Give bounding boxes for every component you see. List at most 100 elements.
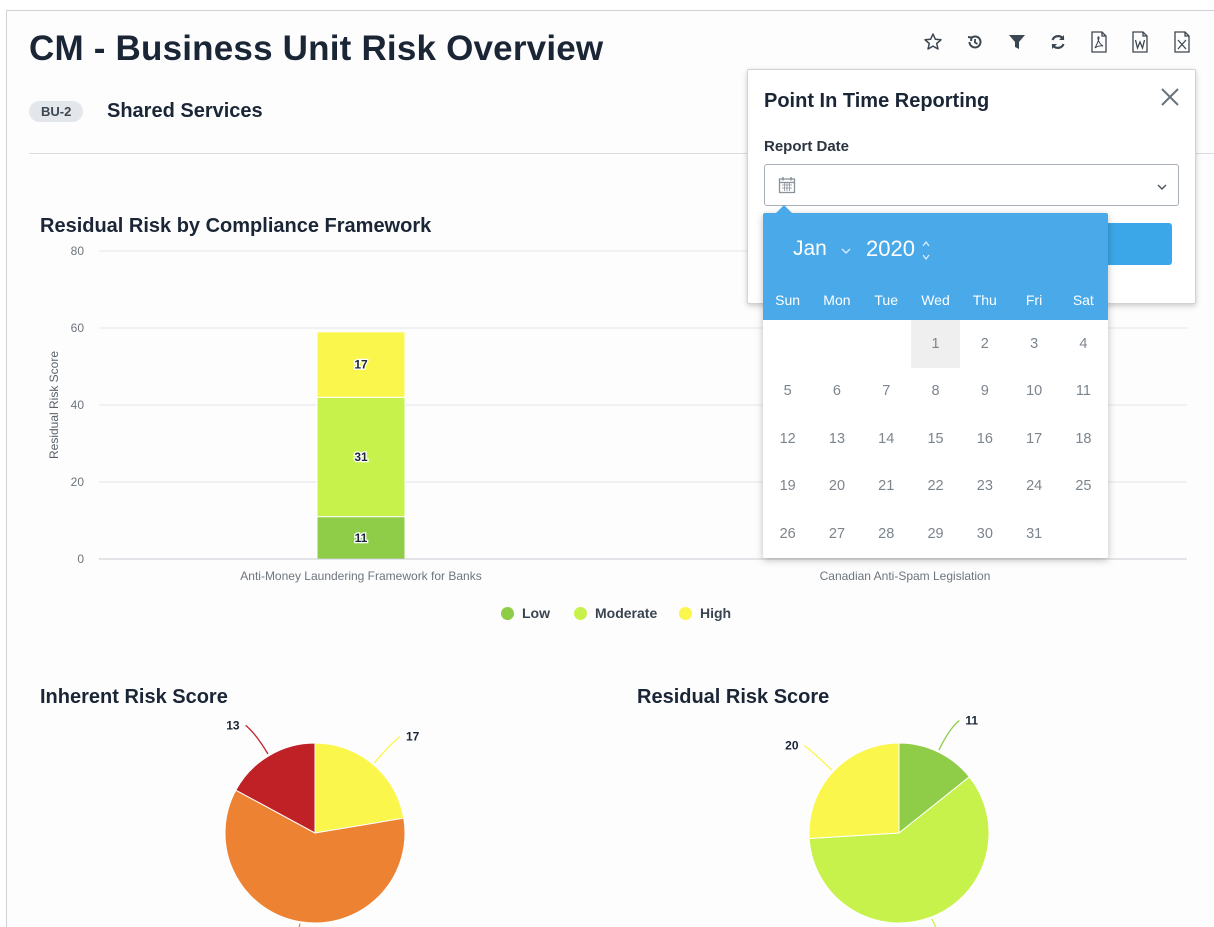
calendar-day[interactable]: 25 — [1059, 463, 1108, 511]
y-tick-label: 0 — [77, 552, 84, 566]
bar-chart-title: Residual Risk by Compliance Framework — [40, 215, 432, 237]
calendar-icon — [778, 176, 796, 199]
calendar-day[interactable]: 30 — [960, 510, 1009, 558]
chevron-down-icon[interactable] — [841, 242, 851, 260]
weekday-label: Sat — [1072, 292, 1094, 308]
y-tick-label: 40 — [71, 398, 85, 412]
pie-slice[interactable] — [808, 742, 900, 840]
calendar-day[interactable]: 10 — [1009, 368, 1058, 416]
pdf-export-icon[interactable] — [1088, 31, 1110, 53]
bar-data-label: 11 — [355, 531, 368, 545]
x-tick-label: Anti-Money Laundering Framework for Bank… — [240, 569, 481, 583]
pie-data-label: 17 — [406, 729, 420, 743]
pie-connector — [373, 735, 401, 764]
calendar-empty-cell — [763, 320, 812, 368]
calendar-header: Jan 2020 — [763, 213, 1108, 285]
pie-data-label: 11 — [965, 713, 978, 727]
report-date-input[interactable] — [764, 164, 1179, 206]
weekday-label: Fri — [1025, 292, 1043, 308]
bar-data-label: 31 — [354, 450, 368, 464]
weekday-label: Wed — [921, 292, 950, 308]
business-unit-name: Shared Services — [107, 100, 263, 122]
legend-label: High — [700, 605, 732, 621]
calendar-day[interactable]: 29 — [911, 510, 960, 558]
calendar-day[interactable]: 1 — [910, 320, 961, 368]
star-icon[interactable] — [922, 31, 944, 53]
calendar-day[interactable]: 14 — [862, 415, 911, 463]
residual-chart-title: Residual Risk Score — [637, 686, 830, 708]
calendar-day[interactable]: 3 — [1009, 320, 1058, 368]
legend-dot-icon — [501, 606, 514, 620]
calendar-day[interactable]: 8 — [911, 368, 960, 416]
calendar-day[interactable]: 27 — [812, 510, 861, 558]
legend-item-low[interactable]: Low — [501, 605, 550, 621]
legend-label: Moderate — [595, 605, 658, 621]
popup-title: Point In Time Reporting — [764, 90, 990, 112]
page-title: CM - Business Unit Risk Overview — [29, 29, 604, 68]
x-tick-label: Canadian Anti-Spam Legislation — [820, 569, 991, 583]
filter-icon[interactable] — [1006, 31, 1028, 53]
weekday-label: Mon — [823, 292, 851, 308]
calendar-day[interactable]: 28 — [862, 510, 911, 558]
weekday-label: Sun — [775, 292, 801, 308]
pie-connector — [804, 745, 833, 771]
y-tick-label: 60 — [71, 321, 85, 335]
chevron-down-icon — [1156, 179, 1168, 197]
year-input[interactable]: 2020 — [866, 236, 915, 262]
apply-date-button[interactable] — [1104, 223, 1172, 265]
calendar-day[interactable]: 18 — [1059, 415, 1108, 463]
history-icon[interactable] — [964, 31, 986, 53]
calendar-day[interactable]: 17 — [1009, 415, 1058, 463]
business-unit-badge: BU-2 — [29, 101, 84, 122]
calendar-empty-cell — [812, 320, 861, 368]
y-tick-label: 20 — [71, 475, 85, 489]
calendar-day[interactable]: 26 — [763, 510, 812, 558]
legend-dot-icon — [574, 606, 587, 620]
close-icon[interactable] — [1159, 86, 1181, 108]
legend-label: Low — [522, 605, 550, 621]
refresh-icon[interactable] — [1047, 31, 1069, 53]
calendar-day[interactable]: 21 — [862, 463, 911, 511]
calendar-day[interactable]: 16 — [960, 415, 1009, 463]
date-picker-calendar: Jan 2020 Sun Mon Tue Wed Thu Fri Sat 123456789… — [763, 205, 1108, 558]
pie-slice[interactable] — [314, 742, 405, 834]
year-spinner-icon[interactable] — [921, 238, 931, 269]
legend-item-high[interactable]: High — [679, 605, 731, 621]
calendar-day[interactable]: 6 — [812, 368, 861, 416]
calendar-day[interactable]: 24 — [1009, 463, 1058, 511]
residual-risk-pie-chart: 11 20 — [785, 713, 990, 927]
bar-data-label: 17 — [354, 358, 368, 372]
calendar-day[interactable]: 9 — [960, 368, 1009, 416]
word-export-icon[interactable] — [1129, 31, 1151, 53]
calendar-day[interactable]: 5 — [763, 368, 812, 416]
calendar-day[interactable]: 19 — [763, 463, 812, 511]
calendar-day[interactable]: 11 — [1059, 368, 1108, 416]
calendar-day[interactable]: 31 — [1009, 510, 1058, 558]
report-page: CM - Business Unit Risk Overview BU-2 Sh… — [6, 10, 1214, 927]
y-axis-label: Residual Risk Score — [47, 351, 61, 459]
inherent-risk-pie-chart: 1713 — [224, 718, 420, 927]
pie-data-label: 20 — [785, 739, 799, 753]
calendar-day[interactable]: 12 — [763, 415, 812, 463]
month-select[interactable]: Jan — [793, 237, 827, 261]
weekday-label: Tue — [874, 292, 898, 308]
calendar-day[interactable]: 23 — [960, 463, 1009, 511]
pie-data-label: 13 — [226, 718, 240, 732]
calendar-day[interactable]: 7 — [862, 368, 911, 416]
excel-export-icon[interactable] — [1171, 31, 1193, 53]
legend-dot-icon — [679, 606, 692, 620]
weekday-header: Sun Mon Tue Wed Thu Fri Sat — [763, 285, 1108, 320]
calendar-day[interactable]: 4 — [1059, 320, 1108, 368]
calendar-empty-cell — [862, 320, 911, 368]
weekday-label: Thu — [972, 292, 997, 308]
calendar-day[interactable]: 22 — [911, 463, 960, 511]
calendar-day[interactable]: 2 — [960, 320, 1009, 368]
calendar-day-grid: 1 2 3 4 5 6 7 8 9 10 11 12 13 14 15 16 17 18 19 20 21 22 23 24 2… — [763, 320, 1108, 558]
legend-item-moderate[interactable]: Moderate — [574, 605, 657, 621]
calendar-day[interactable]: 13 — [812, 415, 861, 463]
inherent-chart-title: Inherent Risk Score — [40, 686, 228, 708]
y-tick-label: 80 — [71, 244, 85, 258]
calendar-day[interactable]: 20 — [812, 463, 861, 511]
calendar-day[interactable]: 15 — [911, 415, 960, 463]
pie-connector — [938, 719, 960, 751]
